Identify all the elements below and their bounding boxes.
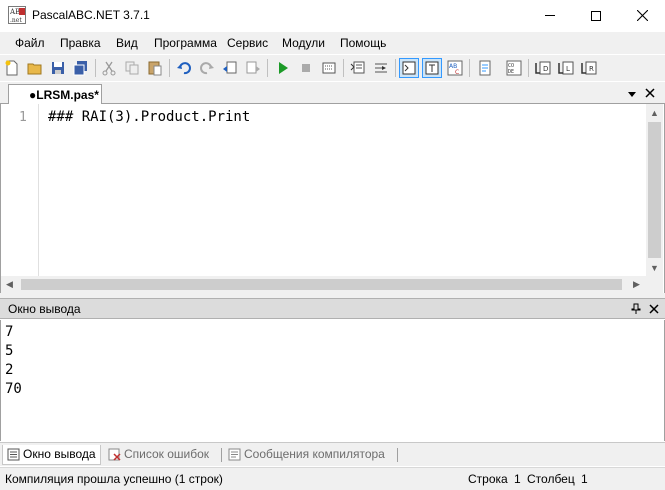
svg-text:.net: .net [10,17,22,24]
toolbar-separator [169,59,170,77]
compile-icon[interactable] [319,58,339,78]
tab-list-dropdown-icon[interactable] [627,88,637,98]
horizontal-scrollbar[interactable]: ◀ ▶ [1,276,646,293]
svg-text:AB: AB [9,8,20,16]
pin-icon[interactable] [630,303,642,315]
status-bar: Компиляция прошла успешно (1 строк) Стро… [0,467,665,490]
status-col-label: Столбец [527,472,575,486]
tab-separator [397,448,398,462]
status-row-label: Строка [468,472,508,486]
svg-text:DE: DE [508,69,514,75]
tab-compiler-messages-label: Сообщения компилятора [244,447,385,461]
navigate-forward-icon[interactable] [243,58,263,78]
output-line: 70 [5,381,22,397]
toolbar: AB C CO DE D L R [0,55,665,81]
console-mode-icon[interactable] [399,58,419,78]
svg-text:D: D [543,65,548,73]
comment-icon[interactable] [348,58,368,78]
stop-icon[interactable] [296,58,316,78]
tab-separator [221,448,222,462]
svg-text:L: L [566,65,570,73]
window-title: PascalABC.NET 3.7.1 [32,8,150,22]
scroll-down-icon[interactable]: ▼ [646,259,663,276]
navigate-back-icon[interactable] [220,58,240,78]
output-area[interactable]: 7 5 2 70 [0,320,665,441]
open-folder-icon[interactable] [25,58,45,78]
text-mode-icon[interactable] [422,58,442,78]
paste-icon[interactable] [145,58,165,78]
status-row-value: 1 [514,472,521,486]
line-number-gutter: 1 [1,104,39,276]
new-file-icon[interactable] [2,58,22,78]
document-tab[interactable]: ●LRSM.pas* [8,84,102,105]
save-icon[interactable] [48,58,68,78]
close-panel-icon[interactable] [648,303,660,315]
compiler-messages-icon [228,448,241,461]
debug-step-over-icon[interactable]: L [556,58,576,78]
document-tab-strip: ●LRSM.pas* [0,82,665,105]
spell-check-icon[interactable]: AB C [445,58,465,78]
output-panel-header: Окно вывода [0,298,665,319]
menu-service[interactable]: Сервис [227,36,268,50]
output-window-icon [7,448,20,461]
vertical-scrollbar[interactable]: ▲ ▼ [646,104,663,276]
tab-output-window-label: Окно вывода [23,447,96,461]
toolbar-separator [395,59,396,77]
menu-program[interactable]: Программа [154,36,217,50]
toolbar-separator [528,59,529,77]
line-number: 1 [19,110,27,125]
scroll-up-icon[interactable]: ▲ [646,104,663,121]
output-panel-title: Окно вывода [8,302,81,316]
close-tab-icon[interactable] [644,87,656,99]
menu-file[interactable]: Файл [15,36,45,50]
svg-text:R: R [589,65,594,73]
maximize-button[interactable] [573,0,619,31]
scrollbar-corner [646,276,663,293]
status-message: Компиляция прошла успешно (1 строк) [5,472,223,486]
status-col-value: 1 [581,472,588,486]
menu-bar: Файл Правка Вид Программа Сервис Модули … [0,32,665,54]
error-list-icon [108,448,121,461]
scroll-right-icon[interactable]: ▶ [628,276,645,293]
output-line: 2 [5,362,14,378]
close-window-button[interactable] [619,0,665,31]
format-code-icon[interactable] [475,58,495,78]
menu-help[interactable]: Помощь [340,36,386,50]
toolbar-separator [469,59,470,77]
uncomment-icon[interactable] [371,58,391,78]
tab-output-window[interactable]: Окно вывода [2,445,101,465]
redo-icon[interactable] [197,58,217,78]
menu-edit[interactable]: Правка [60,36,101,50]
vertical-scroll-thumb[interactable] [648,122,661,258]
code-line[interactable]: ### RAI(3).Product.Print [48,109,250,125]
run-icon[interactable] [273,58,293,78]
scroll-left-icon[interactable]: ◀ [1,276,18,293]
toolbar-separator [343,59,344,77]
minimize-button[interactable] [527,0,573,31]
menu-view[interactable]: Вид [116,36,138,50]
menu-modules[interactable]: Модули [282,36,325,50]
debug-run-to-cursor-icon[interactable]: R [579,58,599,78]
code-template-icon[interactable]: CO DE [504,58,524,78]
debug-step-into-icon[interactable]: D [533,58,553,78]
cut-icon[interactable] [99,58,119,78]
output-line: 7 [5,324,14,340]
tab-error-list[interactable]: Список ошибок [104,445,213,465]
tab-compiler-messages[interactable]: Сообщения компилятора [224,445,389,465]
app-logo-icon: AB .net [8,6,26,24]
title-bar: AB .net PascalABC.NET 3.7.1 [0,0,665,31]
toolbar-separator [95,59,96,77]
save-all-icon[interactable] [71,58,91,78]
tab-error-list-label: Список ошибок [124,447,210,461]
toolbar-separator [267,59,268,77]
svg-text:C: C [455,69,459,76]
code-editor[interactable]: 1 ### RAI(3).Product.Print ▲ ▼ ◀ ▶ [0,104,665,293]
output-line: 5 [5,343,14,359]
undo-icon[interactable] [174,58,194,78]
horizontal-scroll-thumb[interactable] [21,279,622,290]
bottom-tab-strip: Окно вывода Список ошибок Сообщения комп… [0,442,665,466]
copy-icon[interactable] [122,58,142,78]
